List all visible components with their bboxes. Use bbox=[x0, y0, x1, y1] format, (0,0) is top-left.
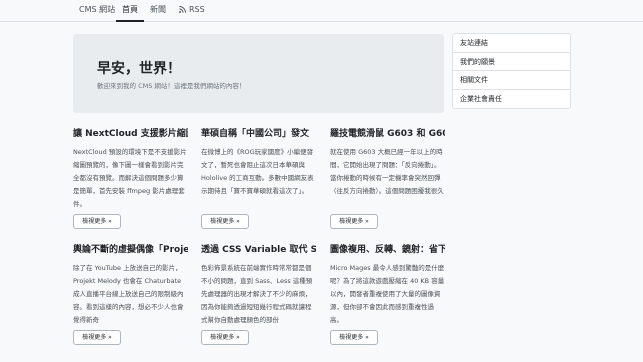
nav-news-link[interactable]: 新聞 bbox=[150, 0, 166, 22]
article-title[interactable]: 圖像複用、反轉、鏡射：省下資源 bbox=[330, 244, 445, 257]
view-more-button[interactable]: 檢視更多 » bbox=[201, 330, 249, 345]
article-card: 華碩自稱「中國公司」發文 在微博上的《ROG玩家國度》小編便發文了，暫死也會阻止… bbox=[201, 128, 316, 229]
view-more-button[interactable]: 檢視更多 » bbox=[201, 214, 249, 229]
article-title[interactable]: 華碩自稱「中國公司」發文 bbox=[201, 128, 316, 141]
article-excerpt: 除了在 YouTube 上放送自己的影片，Projekt Melody 也會在 … bbox=[73, 264, 184, 324]
nav-home-link[interactable]: 首頁 bbox=[116, 0, 144, 22]
view-more-button[interactable]: 檢視更多 » bbox=[73, 330, 121, 345]
sidebar-list: 友站連結 我們的願景 相關文件 企業社會責任 bbox=[452, 33, 571, 109]
hero-subtitle: 歡迎來到我的 CMS 網站！這裡是我們網站的內容！ bbox=[97, 82, 246, 90]
article-card: 輿論不斷的虛擬偶像「Projekt Melody」 除了在 YouTube 上放… bbox=[73, 244, 188, 345]
sidebar-item-documents[interactable]: 相關文件 bbox=[453, 71, 570, 90]
view-more-button[interactable]: 檢視更多 » bbox=[330, 214, 378, 229]
sidebar-item-friend-links[interactable]: 友站連結 bbox=[453, 34, 570, 53]
article-excerpt: Micro Mages 最令人感到驚豔的是什麼呢？為了將這款遊戲壓縮在 40 K… bbox=[330, 264, 445, 324]
nav-brand-link[interactable]: CMS 網站 bbox=[79, 0, 115, 22]
article-card: 羅技電競滑鼠 G603 和 G604 就在使用 G603 大概已經一年以上的時間… bbox=[330, 128, 445, 229]
article-title[interactable]: 羅技電競滑鼠 G603 和 G604 bbox=[330, 128, 445, 141]
nav-rss-label: RSS bbox=[189, 5, 205, 14]
nav-rss-link[interactable]: RSS bbox=[179, 0, 205, 22]
article-title[interactable]: 讓 NextCloud 支援影片縮圖預覽 bbox=[73, 128, 188, 141]
article-card: 讓 NextCloud 支援影片縮圖預覽 NextCloud 預設的環境下是不支… bbox=[73, 128, 188, 229]
article-title[interactable]: 輿論不斷的虛擬偶像「Projekt Melody」 bbox=[73, 244, 188, 257]
hero-title: 早安，世界！ bbox=[97, 61, 181, 77]
article-card: 圖像複用、反轉、鏡射：省下資源 Micro Mages 最令人感到驚豔的是什麼呢… bbox=[330, 244, 445, 345]
article-card: 透過 CSS Variable 取代 Sass 色彩佈景系統在前端實作時常常都是… bbox=[201, 244, 316, 345]
article-title[interactable]: 透過 CSS Variable 取代 Sass bbox=[201, 244, 316, 257]
top-navbar: CMS 網站 首頁 新聞 RSS bbox=[0, 0, 643, 22]
sidebar-item-vision[interactable]: 我們的願景 bbox=[453, 53, 570, 71]
article-excerpt: 色彩佈景系統在前端實作時常常都是個不小的問題，直到 Sass、Less 這種預先… bbox=[201, 264, 313, 324]
article-excerpt: NextCloud 預設的環境下是不支援影片縮圖預覽的，像下圖一樣會看到影片完全… bbox=[73, 148, 187, 208]
sidebar-item-csr[interactable]: 企業社會責任 bbox=[453, 90, 570, 109]
view-more-button[interactable]: 檢視更多 » bbox=[73, 214, 121, 229]
hero-banner: 早安，世界！ 歡迎來到我的 CMS 網站！這裡是我們網站的內容！ bbox=[73, 34, 444, 113]
view-more-button[interactable]: 檢視更多 » bbox=[330, 330, 378, 345]
rss-icon bbox=[179, 6, 186, 13]
article-excerpt: 就在使用 G603 大概已經一年以上的時間，它開始出現了問題：「反向捲動」。當你… bbox=[330, 148, 444, 195]
article-excerpt: 在微博上的《ROG玩家國度》小編便發文了，暫死也會阻止這次日本華碩與 Holol… bbox=[201, 148, 314, 195]
